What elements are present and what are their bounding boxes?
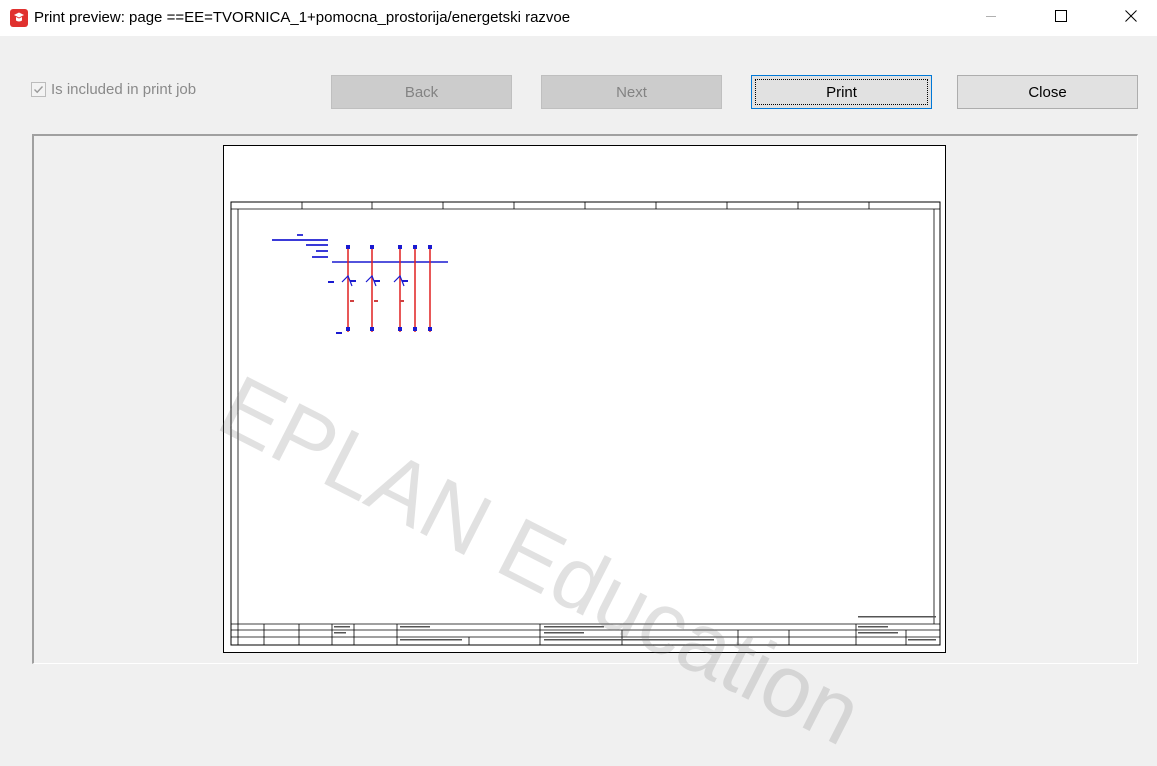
window-title: Print preview: page ==EE=TVORNICA_1+pomo… [34, 9, 571, 26]
minimize-icon [985, 9, 997, 27]
include-print-job-checkbox[interactable]: Is included in print job [31, 80, 196, 98]
minimize-button[interactable] [968, 0, 1014, 36]
close-icon [1125, 9, 1137, 27]
back-button[interactable]: Back [331, 75, 512, 109]
checkbox-box[interactable] [31, 81, 46, 97]
checkmark-icon [34, 85, 44, 93]
close-button[interactable]: Close [957, 75, 1138, 109]
next-button[interactable]: Next [541, 75, 722, 109]
print-button-label: Print [826, 83, 857, 101]
close-window-button[interactable] [1108, 0, 1154, 36]
maximize-icon [1055, 9, 1067, 27]
print-button[interactable]: Print [751, 75, 932, 109]
title-bar: Print preview: page ==EE=TVORNICA_1+pomo… [0, 0, 1157, 36]
eplan-logo-icon [10, 9, 28, 27]
maximize-button[interactable] [1038, 0, 1084, 36]
checkbox-label: Is included in print job [51, 80, 197, 98]
